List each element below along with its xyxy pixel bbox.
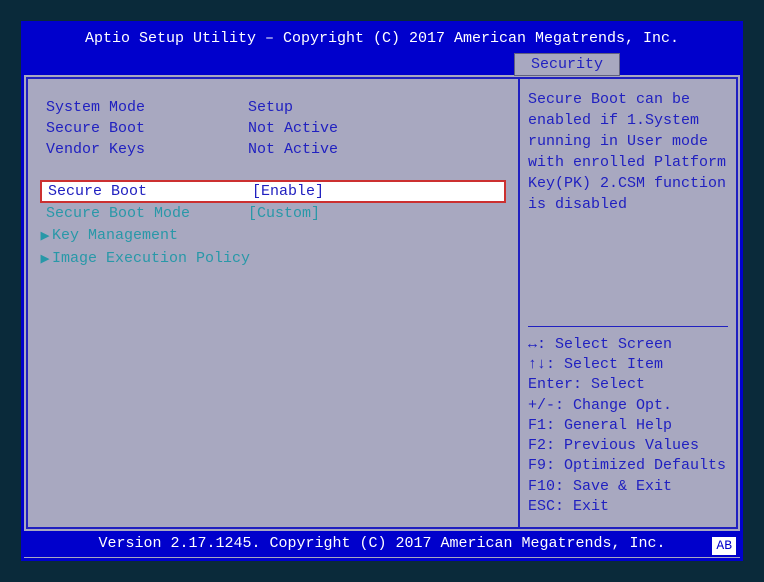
option-label: Secure Boot bbox=[42, 183, 252, 200]
spacer bbox=[38, 160, 508, 180]
key-hint: +/-: Change Opt. bbox=[528, 396, 728, 416]
option-value: [Custom] bbox=[248, 205, 508, 222]
option-secure-boot-selected[interactable]: Secure Boot [Enable] bbox=[40, 180, 506, 203]
info-value: Not Active bbox=[248, 141, 508, 158]
info-label: System Mode bbox=[38, 99, 248, 116]
key-hint: F1: General Help bbox=[528, 416, 728, 436]
arrow-right-icon: ▶ bbox=[38, 226, 52, 245]
info-label: Vendor Keys bbox=[38, 141, 248, 158]
tab-security[interactable]: Security bbox=[514, 53, 620, 76]
key-hint: ↔: Select Screen bbox=[528, 335, 728, 355]
info-row-secure-boot: Secure Boot Not Active bbox=[38, 118, 508, 139]
header-title: Aptio Setup Utility – Copyright (C) 2017… bbox=[85, 30, 679, 47]
bios-window: Aptio Setup Utility – Copyright (C) 2017… bbox=[21, 21, 743, 561]
side-panel: Secure Boot can be enabled if 1.System r… bbox=[518, 77, 738, 529]
arrow-right-icon: ▶ bbox=[38, 249, 52, 268]
help-spacer bbox=[528, 215, 728, 322]
info-label: Secure Boot bbox=[38, 120, 248, 137]
key-hint: ↑↓: Select Item bbox=[528, 355, 728, 375]
info-value: Setup bbox=[248, 99, 508, 116]
info-value: Not Active bbox=[248, 120, 508, 137]
option-secure-boot-mode[interactable]: Secure Boot Mode [Custom] bbox=[38, 203, 508, 224]
footer-text: Version 2.17.1245. Copyright (C) 2017 Am… bbox=[98, 535, 665, 552]
key-hint: F10: Save & Exit bbox=[528, 477, 728, 497]
tab-row: Security bbox=[24, 53, 740, 75]
content-wrapper: System Mode Setup Secure Boot Not Active… bbox=[24, 75, 740, 531]
main-panel: System Mode Setup Secure Boot Not Active… bbox=[26, 77, 518, 529]
help-text: Secure Boot can be enabled if 1.System r… bbox=[528, 89, 728, 215]
key-hint: F2: Previous Values bbox=[528, 436, 728, 456]
info-row-system-mode: System Mode Setup bbox=[38, 97, 508, 118]
header-bar: Aptio Setup Utility – Copyright (C) 2017… bbox=[24, 24, 740, 53]
info-row-vendor-keys: Vendor Keys Not Active bbox=[38, 139, 508, 160]
option-label: Secure Boot Mode bbox=[38, 205, 248, 222]
key-hints: ↔: Select Screen ↑↓: Select Item Enter: … bbox=[528, 335, 728, 517]
footer-bar: Version 2.17.1245. Copyright (C) 2017 Am… bbox=[24, 531, 740, 557]
submenu-label: Key Management bbox=[52, 227, 178, 244]
key-hint: Enter: Select bbox=[528, 375, 728, 395]
submenu-key-management[interactable]: ▶ Key Management bbox=[38, 224, 508, 247]
submenu-image-execution-policy[interactable]: ▶ Image Execution Policy bbox=[38, 247, 508, 270]
help-divider bbox=[528, 326, 728, 327]
submenu-label: Image Execution Policy bbox=[52, 250, 250, 267]
option-value: [Enable] bbox=[252, 183, 504, 200]
footer-badge: AB bbox=[712, 537, 736, 555]
key-hint: F9: Optimized Defaults bbox=[528, 456, 728, 476]
tab-label: Security bbox=[531, 56, 603, 73]
key-hint: ESC: Exit bbox=[528, 497, 728, 517]
